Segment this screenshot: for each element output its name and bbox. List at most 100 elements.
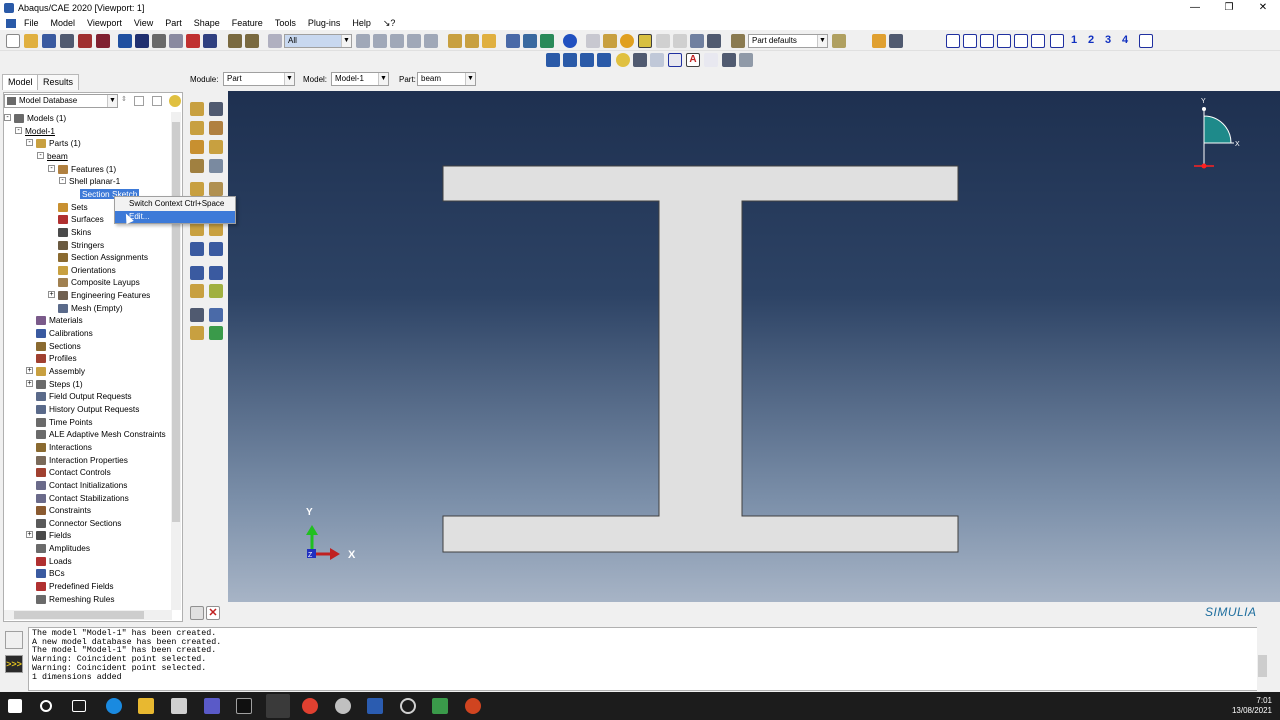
tree-item[interactable]: Composite Layups — [58, 276, 140, 288]
view-iso-axis-icon[interactable] — [1050, 34, 1064, 48]
new-file-icon[interactable] — [6, 34, 20, 48]
powerpoint-icon[interactable] — [465, 698, 481, 714]
tree-item[interactable]: Model-1 — [25, 125, 55, 137]
abaqus-taskbar-icon[interactable] — [266, 694, 290, 718]
app-icon[interactable] — [335, 698, 351, 714]
toolbox-tool-icon[interactable] — [190, 182, 204, 196]
collapse-icon[interactable]: - — [15, 127, 22, 134]
message-area-icon[interactable] — [5, 631, 23, 649]
toolbox-tool-icon[interactable] — [190, 266, 204, 280]
tree-vertical-scrollbar[interactable] — [171, 112, 181, 610]
view-zy-icon[interactable] — [997, 34, 1011, 48]
notepad-icon[interactable] — [432, 698, 448, 714]
selection-filter-combo[interactable]: All ▼ — [284, 34, 352, 48]
tree-hscroll-thumb[interactable] — [14, 611, 144, 619]
measure-icon[interactable] — [245, 34, 259, 48]
select-arrow-icon[interactable] — [268, 34, 282, 48]
print-icon[interactable] — [60, 34, 74, 48]
filter-icon-3[interactable] — [390, 34, 404, 48]
tree-item[interactable]: Parts (1) — [36, 137, 81, 149]
view-xz-icon[interactable] — [1014, 34, 1028, 48]
obs-icon[interactable] — [400, 698, 416, 714]
tree-horizontal-scrollbar[interactable] — [4, 610, 172, 620]
menu-plugins[interactable]: Plug-ins — [308, 18, 341, 28]
display-options-icon[interactable] — [832, 34, 846, 48]
view-3-button[interactable]: 3 — [1105, 34, 1111, 46]
toolbox-tool-icon[interactable] — [190, 140, 204, 154]
menu-shape[interactable]: Shape — [194, 18, 220, 28]
tree-item[interactable]: Surfaces — [58, 213, 104, 225]
tree-item[interactable]: Remeshing Rules — [36, 593, 114, 605]
tree-item[interactable]: Assembly — [36, 365, 85, 377]
tree-item[interactable]: Constraints — [36, 504, 91, 516]
tree-item[interactable]: Predefined Fields — [36, 580, 114, 592]
view-yx-icon[interactable] — [963, 34, 977, 48]
auto-fit-icon[interactable] — [186, 34, 200, 48]
sketch-zoom-icon[interactable] — [650, 53, 664, 67]
tree-item[interactable]: Amplitudes — [36, 542, 90, 554]
tree-item[interactable]: Section Assignments — [58, 251, 148, 263]
text-annotation-icon[interactable]: A — [686, 53, 700, 67]
view-front-icon[interactable] — [465, 34, 479, 48]
tree-item[interactable]: Fields — [36, 529, 71, 541]
collapse-icon[interactable]: - — [37, 152, 44, 159]
chrome-icon[interactable] — [302, 698, 318, 714]
tree-item[interactable]: Orientations — [58, 264, 116, 276]
filter-icon-5[interactable] — [424, 34, 438, 48]
tree-item[interactable]: Calibrations — [36, 327, 93, 339]
part-combo[interactable]: beam ▼ — [417, 72, 476, 86]
tree-expand-icon[interactable] — [134, 96, 144, 106]
tree-item[interactable]: Contact Stabilizations — [36, 492, 129, 504]
toolbox-tool-icon[interactable] — [209, 140, 223, 154]
query-icon[interactable] — [228, 34, 242, 48]
render-shaded-icon[interactable] — [540, 34, 554, 48]
file-explorer-icon[interactable] — [138, 698, 154, 714]
sphere-icon[interactable] — [620, 34, 634, 48]
tree-item[interactable]: Shell planar-1 — [69, 175, 120, 187]
menu-tools[interactable]: Tools — [275, 18, 296, 28]
cycle-view-icon[interactable] — [203, 34, 217, 48]
toolbox-tool-icon[interactable] — [190, 222, 204, 236]
toolbox-tool-icon[interactable] — [209, 266, 223, 280]
tree-item[interactable]: History Output Requests — [36, 403, 139, 415]
toolbox-tool-icon[interactable] — [190, 159, 204, 173]
undo-icon[interactable] — [656, 34, 670, 48]
tree-item[interactable]: Steps (1) — [36, 378, 83, 390]
collapse-icon[interactable]: - — [4, 114, 11, 121]
menu-help[interactable]: Help — [352, 18, 371, 28]
filter-icon-4[interactable] — [407, 34, 421, 48]
terminal-icon[interactable] — [236, 698, 252, 714]
model-combo[interactable]: Model-1 ▼ — [331, 72, 389, 86]
tree-item[interactable]: Models (1) — [14, 112, 66, 124]
toolbox-tool-icon[interactable] — [209, 326, 223, 340]
store-icon[interactable] — [171, 698, 187, 714]
i-beam-part[interactable] — [442, 165, 959, 553]
view-xy-icon[interactable] — [946, 34, 960, 48]
toolbox-tool-icon[interactable] — [209, 222, 223, 236]
tree-item[interactable]: Mesh (Empty) — [58, 302, 123, 314]
collapse-icon[interactable]: - — [26, 139, 33, 146]
pan-icon[interactable] — [118, 34, 132, 48]
sketch-table-icon[interactable] — [722, 53, 736, 67]
db-icon[interactable] — [96, 34, 110, 48]
task-view-icon[interactable] — [72, 700, 86, 712]
view-yz-icon[interactable] — [980, 34, 994, 48]
edge-browser-icon[interactable] — [106, 698, 122, 714]
toolbox-tool-icon[interactable] — [209, 242, 223, 256]
toolbox-tool-icon[interactable] — [190, 102, 204, 116]
tree-item[interactable]: Features (1) — [58, 163, 116, 175]
maximize-icon[interactable]: ❐ — [1212, 0, 1246, 16]
view-2-button[interactable]: 2 — [1088, 34, 1094, 46]
tree-item[interactable]: Time Points — [36, 416, 93, 428]
color-code-icon[interactable] — [603, 34, 617, 48]
sketch-plane-icon[interactable] — [563, 53, 577, 67]
word-icon[interactable] — [367, 698, 383, 714]
tree-item[interactable]: Materials — [36, 314, 83, 326]
csys-icon[interactable] — [872, 34, 886, 48]
display-group-icon[interactable] — [707, 34, 721, 48]
system-clock[interactable]: 7:01 13/08/2021 — [1232, 696, 1272, 716]
toolbox-tool-icon[interactable] — [190, 284, 204, 298]
tree-item[interactable]: Contact Controls — [36, 466, 111, 478]
expand-icon[interactable]: + — [48, 291, 55, 298]
box-zoom-icon[interactable] — [169, 34, 183, 48]
